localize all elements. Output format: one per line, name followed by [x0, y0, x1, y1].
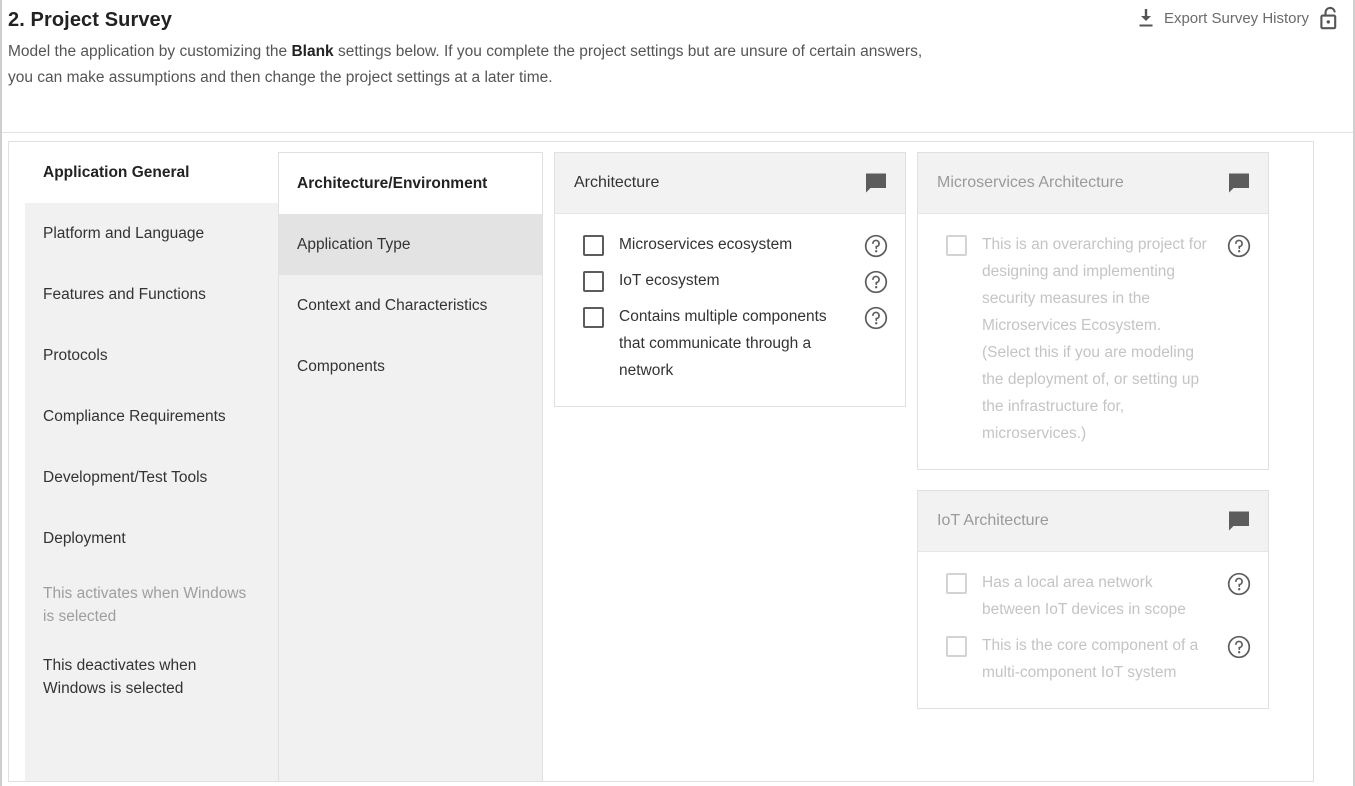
sidebar-item-label: Protocols — [43, 347, 108, 364]
card-microservices-architecture-body: This is an overarching project for desig… — [918, 214, 1268, 469]
comment-icon[interactable] — [864, 172, 888, 194]
card-iot-architecture-body: Has a local area network between IoT dev… — [918, 552, 1268, 708]
subnav-item-components[interactable]: Components — [279, 336, 542, 397]
card-iot-architecture: IoT Architecture Has a local area networ… — [917, 490, 1269, 709]
download-icon — [1137, 8, 1155, 28]
primary-nav: Application General Platform and Languag… — [9, 142, 278, 781]
sidebar-item-development-test-tools[interactable]: Development/Test Tools — [25, 447, 278, 508]
sidebar-item-protocols[interactable]: Protocols — [25, 325, 278, 386]
sidebar-item-label: Deployment — [43, 530, 126, 547]
card-microservices-architecture: Microservices Architecture This is an ov… — [917, 152, 1269, 470]
export-survey-history-label: Export Survey History — [1163, 9, 1309, 27]
sidebar-item-features-and-functions[interactable]: Features and Functions — [25, 264, 278, 325]
option-row: Has a local area network between IoT dev… — [932, 566, 1254, 629]
sidebar-item-deployment[interactable]: Deployment — [25, 508, 278, 569]
secondary-nav-filler — [279, 397, 542, 781]
cards-column-left: Architecture Microservices ecosystem IoT… — [554, 152, 906, 729]
help-circle-icon[interactable] — [864, 270, 888, 294]
option-row: Microservices ecosystem — [569, 228, 891, 264]
option-label: This is the core component of a multi-co… — [982, 637, 1199, 681]
help-circle-icon[interactable] — [1227, 635, 1251, 659]
comment-icon[interactable] — [1227, 510, 1251, 532]
card-architecture-body: Microservices ecosystem IoT ecosystem Co… — [555, 214, 905, 406]
primary-nav-list: Application General Platform and Languag… — [25, 142, 278, 781]
option-row: IoT ecosystem — [569, 264, 891, 300]
option-row: This is an overarching project for desig… — [932, 228, 1254, 453]
secondary-nav: Architecture/Environment Application Typ… — [278, 152, 543, 781]
survey-content-wrapper: Application General Platform and Languag… — [8, 141, 1314, 782]
description-emphasis: Blank — [291, 43, 334, 60]
sidebar-item-deactivates-when-windows-selected[interactable]: This deactivates when Windows is selecte… — [25, 641, 278, 713]
checkbox-overarching-microservices-project — [946, 235, 967, 256]
sidebar-item-label: This activates when Windows is selected — [43, 585, 247, 625]
subnav-item-label: Application Type — [297, 235, 411, 253]
checkbox-iot-ecosystem[interactable] — [583, 271, 604, 292]
checkbox-contains-multiple-components[interactable] — [583, 307, 604, 328]
sidebar-item-label: This deactivates when Windows is selecte… — [43, 657, 197, 697]
sidebar-item-label: Compliance Requirements — [43, 408, 226, 425]
cards-column-right: Microservices Architecture This is an ov… — [917, 152, 1269, 729]
sidebar-item-label: Development/Test Tools — [43, 469, 208, 486]
sidebar-item-label: Application General — [43, 164, 190, 181]
option-label: IoT ecosystem — [619, 272, 720, 289]
card-architecture-header: Architecture — [555, 153, 905, 214]
subnav-item-context-and-characteristics[interactable]: Context and Characteristics — [279, 275, 542, 336]
help-circle-icon[interactable] — [864, 234, 888, 258]
subnav-item-label: Components — [297, 357, 385, 375]
card-title: IoT Architecture — [937, 512, 1049, 529]
option-label: Microservices ecosystem — [619, 236, 793, 253]
help-circle-icon[interactable] — [1227, 572, 1251, 596]
card-architecture: Architecture Microservices ecosystem IoT… — [554, 152, 906, 407]
page-header: 2. Project Survey Model the application … — [2, 0, 1353, 133]
option-row: This is the core component of a multi-co… — [932, 629, 1254, 692]
comment-icon[interactable] — [1227, 172, 1251, 194]
survey-cards-area: Architecture Microservices ecosystem IoT… — [543, 142, 1313, 729]
project-survey-page: 2. Project Survey Model the application … — [0, 0, 1355, 786]
help-circle-icon[interactable] — [864, 306, 888, 330]
option-label: Contains multiple components that commun… — [619, 308, 827, 379]
sidebar-item-label: Platform and Language — [43, 225, 205, 242]
sidebar-item-compliance-requirements[interactable]: Compliance Requirements — [25, 386, 278, 447]
sidebar-item-application-general[interactable]: Application General — [25, 142, 278, 203]
option-label: This is an overarching project for desig… — [982, 236, 1207, 442]
card-microservices-architecture-header: Microservices Architecture — [918, 153, 1268, 214]
subnav-item-application-type[interactable]: Application Type — [279, 214, 542, 275]
sidebar-item-label: Features and Functions — [43, 286, 206, 303]
subnav-item-label: Context and Characteristics — [297, 296, 488, 314]
header-actions: Export Survey History — [1137, 5, 1341, 31]
unlocked-padlock-icon[interactable] — [1319, 5, 1341, 31]
export-survey-history-button[interactable]: Export Survey History — [1137, 8, 1309, 28]
checkbox-core-component-multi-component-iot — [946, 636, 967, 657]
primary-nav-filler — [25, 713, 278, 781]
option-label: Has a local area network between IoT dev… — [982, 574, 1186, 618]
sidebar-item-platform-and-language[interactable]: Platform and Language — [25, 203, 278, 264]
card-title: Microservices Architecture — [937, 174, 1124, 191]
card-title: Architecture — [574, 174, 660, 191]
card-iot-architecture-header: IoT Architecture — [918, 491, 1268, 552]
checkbox-microservices-ecosystem[interactable] — [583, 235, 604, 256]
page-description: Model the application by customizing the… — [8, 39, 943, 91]
help-circle-icon[interactable] — [1227, 234, 1251, 258]
subnav-item-architecture-environment[interactable]: Architecture/Environment — [279, 153, 542, 214]
checkbox-local-area-network-iot-devices — [946, 573, 967, 594]
description-pre: Model the application by customizing the — [8, 43, 292, 60]
option-row: Contains multiple components that commun… — [569, 300, 891, 390]
sidebar-item-activates-when-windows-selected: This activates when Windows is selected — [25, 569, 278, 641]
subnav-item-label: Architecture/Environment — [297, 174, 488, 192]
